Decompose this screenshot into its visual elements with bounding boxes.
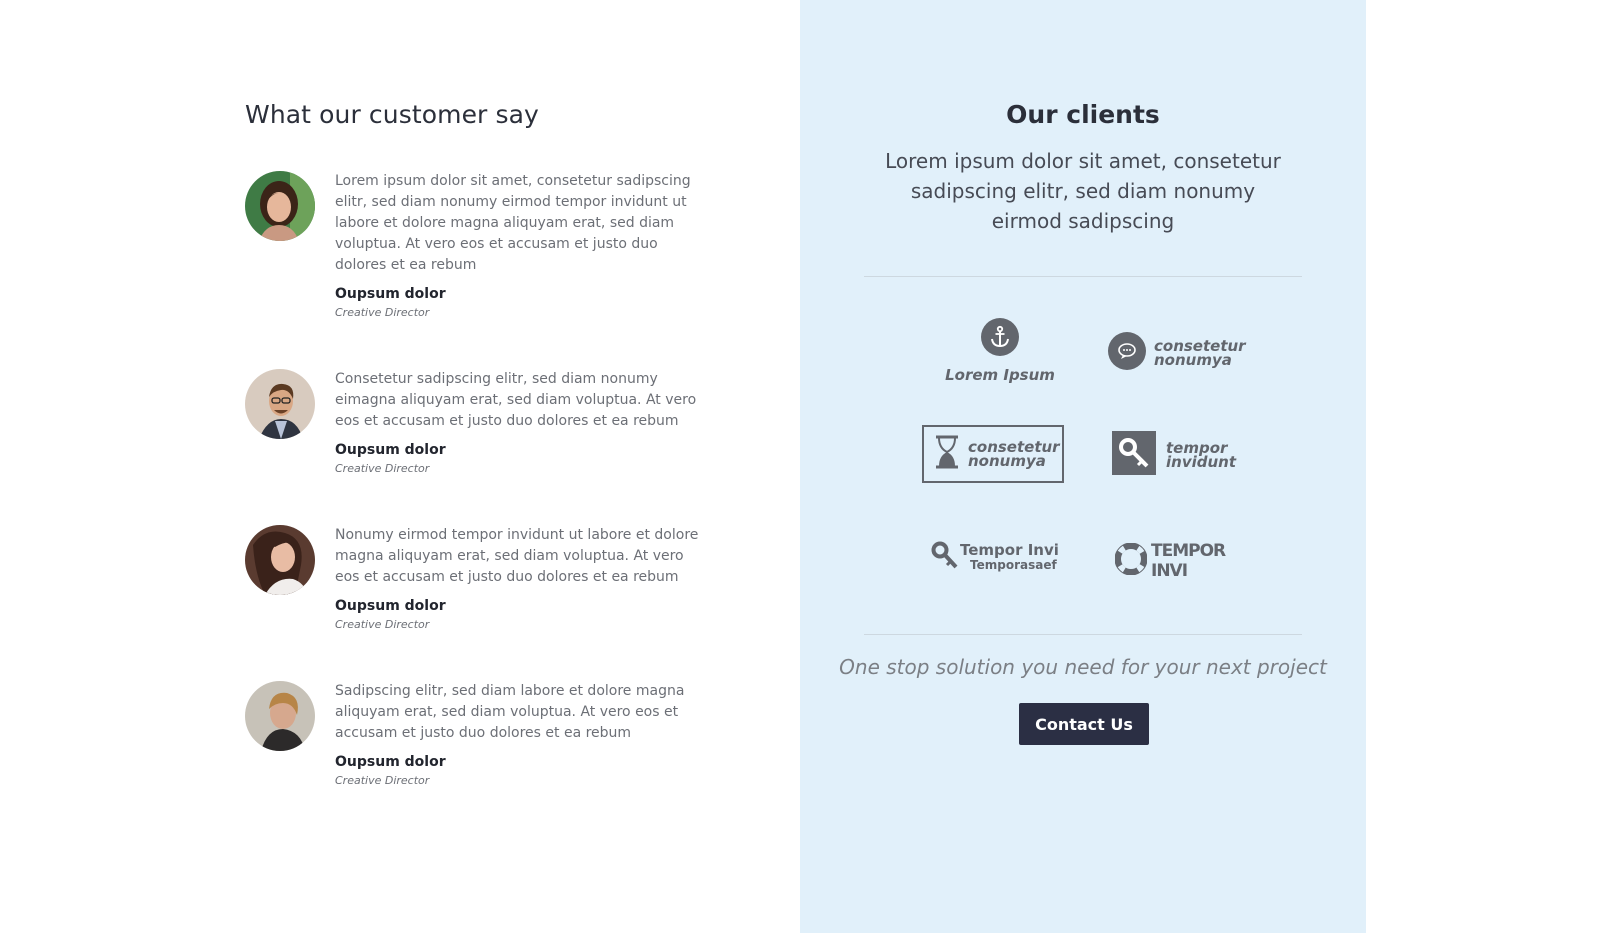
- testimonial-name: Oupsum dolor: [335, 442, 446, 458]
- client-logo: Lorem Ipsum: [940, 318, 1060, 384]
- testimonials-section: What our customer say Lorem ipsum dolor …: [0, 0, 800, 933]
- avatar: [245, 681, 315, 751]
- contact-us-button[interactable]: Contact Us: [1019, 703, 1149, 745]
- client-logo-label: nonumya: [968, 452, 1046, 470]
- key-icon: [930, 540, 958, 574]
- client-logo: TEMPOR INVI: [1114, 541, 1255, 581]
- client-logo-label: nonumya: [1154, 351, 1232, 369]
- clients-section: Our clients Lorem ipsum dolor sit amet, …: [800, 0, 1366, 933]
- testimonial-role: Creative Director: [335, 618, 430, 631]
- anchor-icon: [981, 318, 1019, 360]
- key-icon: [1112, 431, 1156, 479]
- testimonial-text: Sadipscing elitr, sed diam labore et dol…: [335, 683, 685, 741]
- divider: [864, 276, 1302, 277]
- avatar: [245, 171, 315, 241]
- client-logo: consetetur nonumya: [1108, 332, 1258, 374]
- testimonial-role: Creative Director: [335, 774, 430, 787]
- client-logo-label: invidunt: [1166, 453, 1237, 471]
- testimonial-name: Oupsum dolor: [335, 598, 446, 614]
- speech-bubble-icon: [1108, 332, 1146, 374]
- client-logo: Tempor Invi Temporasaef: [930, 540, 1070, 574]
- lifebuoy-icon: [1114, 542, 1148, 579]
- client-logo-label: Tempor Invi: [960, 541, 1059, 559]
- testimonial-name: Oupsum dolor: [335, 754, 446, 770]
- client-logo: consetetur nonumya: [922, 425, 1064, 483]
- client-logo: tempor invidunt: [1112, 431, 1262, 479]
- clients-subtitle: Lorem ipsum dolor sit amet, consetetur s…: [885, 149, 1281, 233]
- hourglass-icon: [934, 435, 960, 473]
- testimonial-text: Lorem ipsum dolor sit amet, consetetur s…: [335, 173, 691, 273]
- testimonial-role: Creative Director: [335, 306, 430, 319]
- testimonial-text: Consetetur sadipscing elitr, sed diam no…: [335, 371, 697, 429]
- avatar: [245, 369, 315, 439]
- client-logo-label: TEMPOR INVI: [1151, 541, 1226, 581]
- avatar: [245, 525, 315, 595]
- tagline: One stop solution you need for your next…: [839, 655, 1327, 679]
- testimonial-name: Oupsum dolor: [335, 286, 446, 302]
- testimonial-text: Nonumy eirmod tempor invidunt ut labore …: [335, 527, 699, 585]
- divider: [864, 634, 1302, 635]
- section-title: What our customer say: [245, 100, 539, 129]
- client-logo-label: Temporasaef: [970, 558, 1057, 572]
- client-logo-label: Lorem Ipsum: [945, 366, 1055, 384]
- testimonial-role: Creative Director: [335, 462, 430, 475]
- clients-title: Our clients: [1006, 100, 1160, 129]
